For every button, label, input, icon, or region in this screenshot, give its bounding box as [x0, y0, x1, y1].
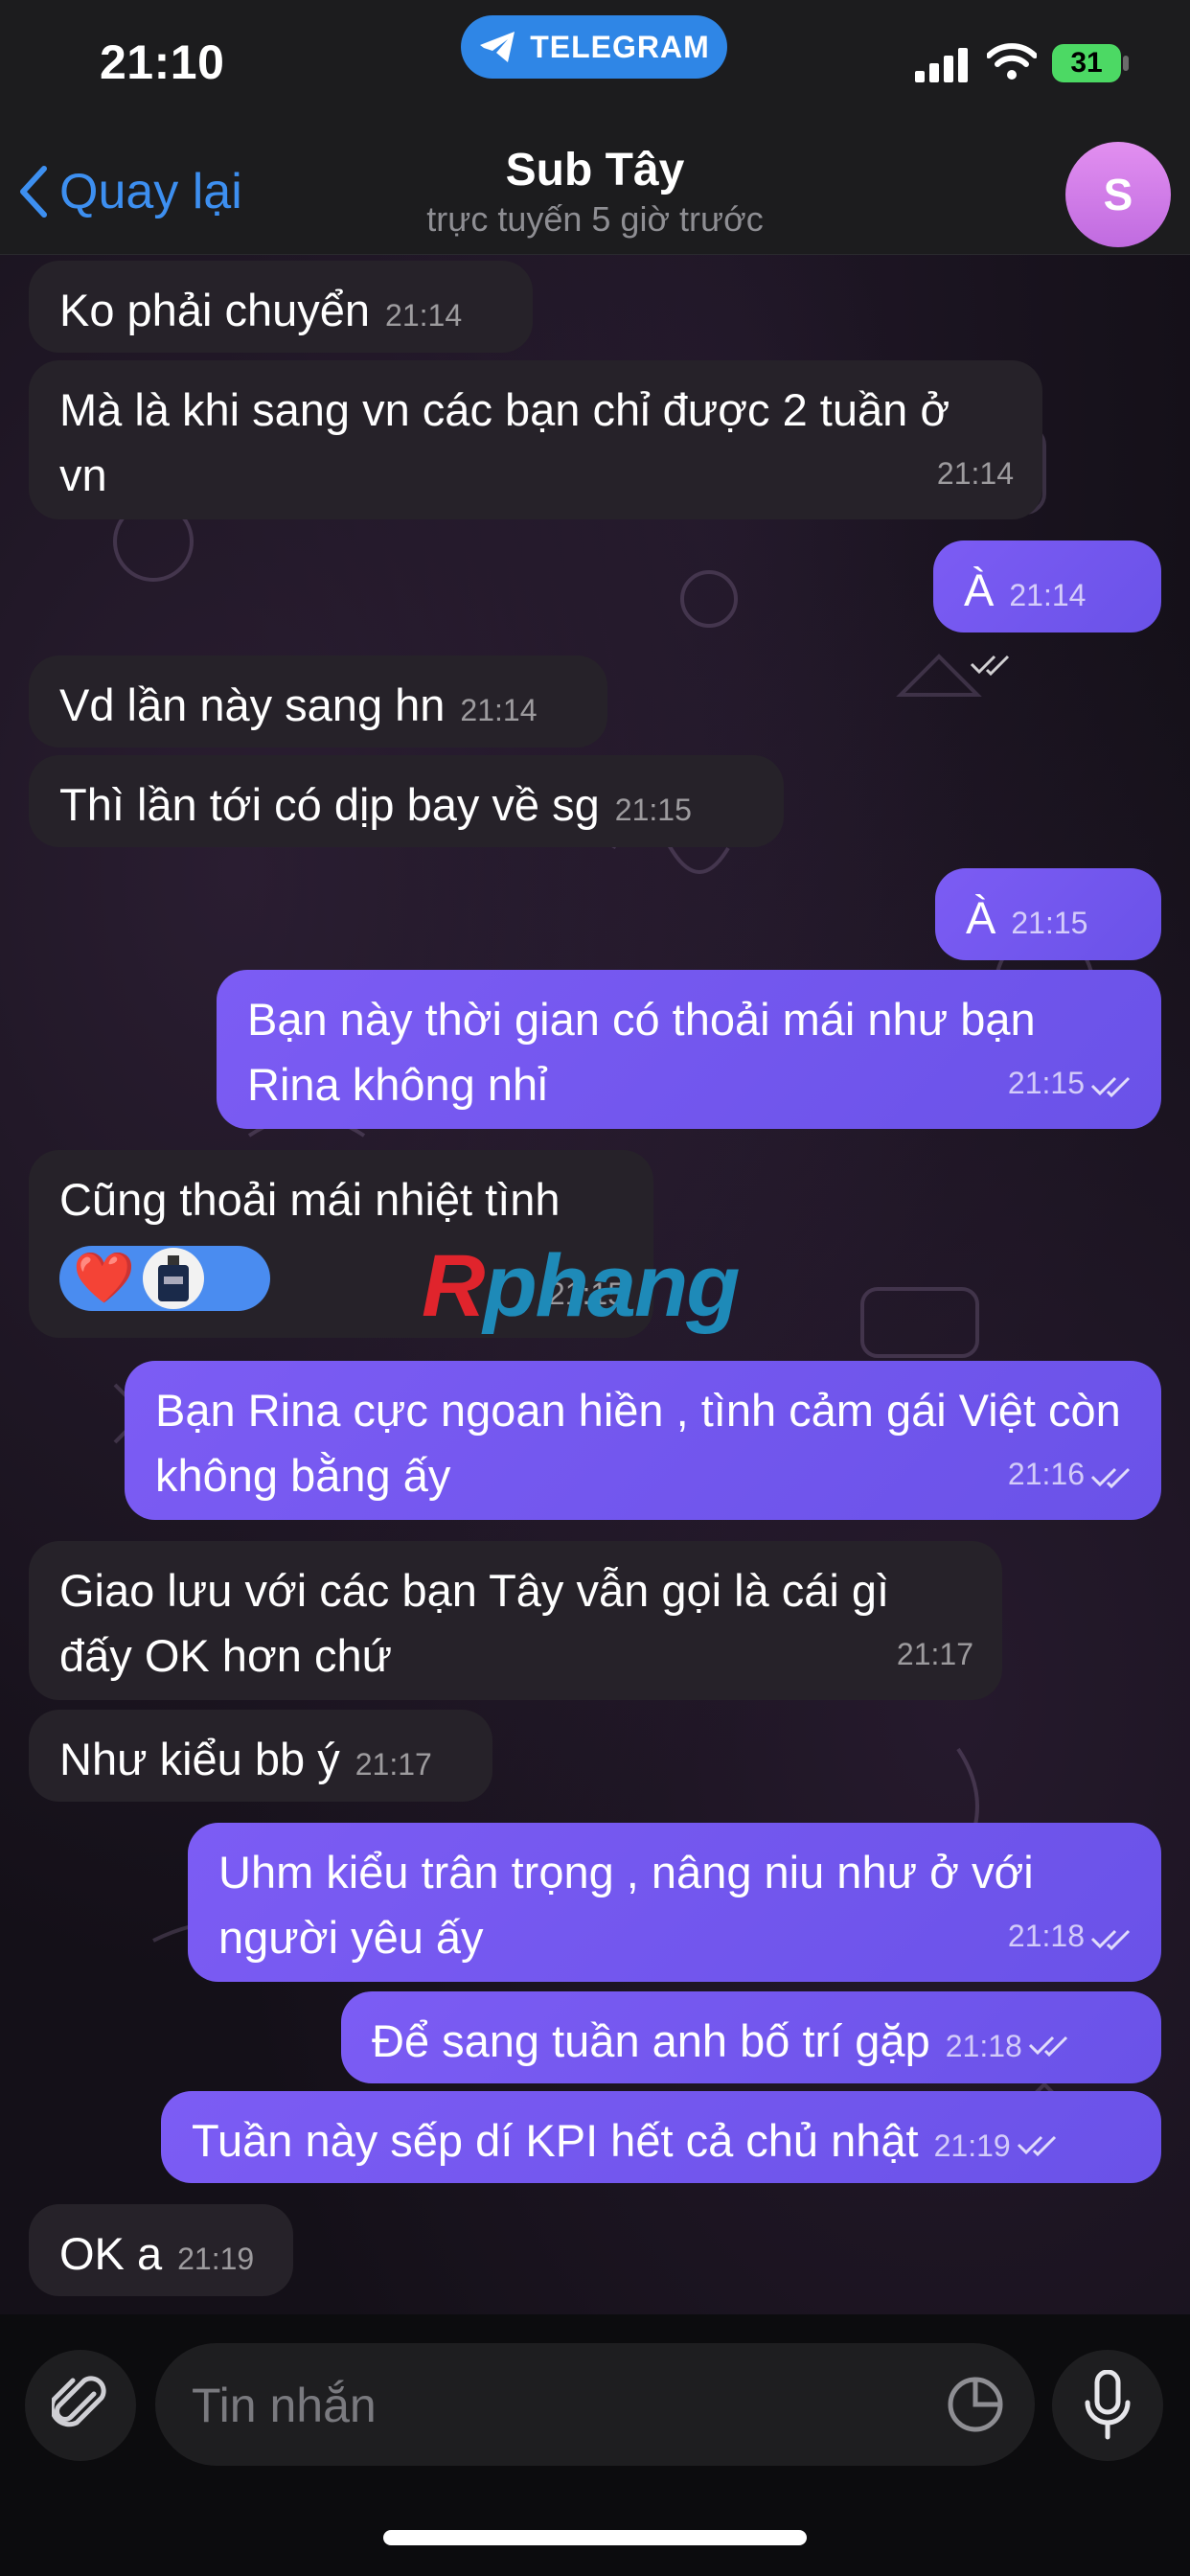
message-text: Như kiểu bb ý — [59, 1734, 340, 1784]
message-outgoing[interactable]: Bạn này thời gian có thoải mái như bạn R… — [217, 970, 1161, 1129]
reaction-chip[interactable]: ❤️ — [59, 1246, 270, 1311]
message-text: Để sang tuần anh bố trí gặp — [372, 2015, 930, 2066]
message-incoming[interactable]: Giao lưu với các bạn Tây vẫn gọi là cái … — [29, 1541, 1002, 1700]
message-outgoing[interactable]: Để sang tuần anh bố trí gặp 21:18 — [341, 1991, 1161, 2083]
message-time: 21:17 — [355, 1747, 432, 1782]
message-time: 21:18 — [945, 2029, 1022, 2063]
telegram-plane-icon — [480, 32, 515, 62]
cellular-signal-icon — [915, 48, 968, 82]
message-text: Vd lần này sang hn — [59, 679, 446, 730]
message-text: Tuần này sếp dí KPI hết cả chủ nhật — [192, 2115, 919, 2166]
avatar[interactable]: S — [1065, 142, 1171, 247]
attach-button[interactable] — [25, 2350, 136, 2461]
telegram-pill-label: TELEGRAM — [530, 29, 710, 64]
message-outgoing[interactable]: Bạn Rina cực ngoan hiền , tình cảm gái V… — [125, 1361, 1161, 1520]
watermark-rest: phang — [483, 1237, 740, 1335]
message-incoming[interactable]: Vd lần này sang hn 21:14 — [29, 656, 607, 748]
watermark-logo: Rphang — [422, 1236, 740, 1337]
message-time: 21:15 — [614, 793, 692, 827]
message-time: 21:14 — [460, 693, 538, 727]
message-text: Giao lưu với các bạn Tây vẫn gọi là cái … — [59, 1565, 890, 1681]
message-text: Mà là khi sang vn các bạn chỉ được 2 tuầ… — [59, 384, 950, 500]
message-text: Bạn này thời gian có thoải mái như bạn R… — [247, 994, 1036, 1110]
message-outgoing[interactable]: À 21:14 — [933, 540, 1161, 676]
message-text: Bạn Rina cực ngoan hiền , tình cảm gái V… — [155, 1385, 1121, 1501]
watermark-first: R — [422, 1237, 485, 1335]
message-time: 21:18 — [1007, 1919, 1085, 1953]
battery-tip — [1123, 56, 1129, 71]
double-check-icon — [1090, 1929, 1131, 1950]
message-time: 21:19 — [177, 2242, 255, 2276]
double-check-icon — [1090, 1467, 1131, 1488]
message-incoming[interactable]: Như kiểu bb ý 21:17 — [29, 1710, 492, 1802]
message-text: À — [966, 892, 996, 943]
message-field[interactable] — [155, 2343, 1035, 2466]
home-indicator — [383, 2530, 807, 2545]
double-check-icon — [1028, 2036, 1067, 2057]
message-time-wrap: 21:18 — [1008, 1903, 1133, 1968]
message-text: OK a — [59, 2228, 163, 2279]
message-outgoing[interactable]: À 21:15 — [935, 868, 1161, 1003]
message-text: Ko phải chuyển — [59, 285, 371, 335]
chat-header: Quay lại Sub Tây trực tuyến 5 giờ trước — [0, 144, 1190, 255]
message-text: Thì lần tới có dịp bay về sg — [59, 779, 600, 830]
double-check-icon — [1090, 1076, 1131, 1097]
message-time: 21:14 — [936, 456, 1014, 491]
message-time-wrap: 21:15 — [1008, 1050, 1133, 1116]
message-time: 21:15 — [1011, 906, 1088, 940]
double-check-icon — [970, 655, 1010, 676]
battery-level: 31 — [1070, 47, 1103, 79]
paperclip-icon — [52, 2376, 106, 2427]
message-time: 21:19 — [933, 2128, 1011, 2163]
message-text: À — [964, 564, 995, 615]
microphone-button[interactable] — [1052, 2350, 1163, 2461]
message-outgoing[interactable]: Tuần này sếp dí KPI hết cả chủ nhật 21:19 — [161, 2091, 1161, 2183]
chat-title[interactable]: Sub Tây — [0, 144, 1190, 196]
battery-icon: 31 — [1052, 44, 1121, 82]
message-incoming[interactable]: Mà là khi sang vn các bạn chỉ được 2 tuầ… — [29, 360, 1042, 519]
message-time: 21:14 — [385, 298, 463, 333]
wifi-icon — [987, 43, 1037, 80]
double-check-icon — [1017, 2135, 1056, 2156]
message-time: 21:16 — [1007, 1457, 1085, 1491]
sticker-icon[interactable] — [947, 2376, 1004, 2433]
microphone-icon — [1085, 2370, 1131, 2440]
message-text: Cũng thoải mái nhiệt tình — [59, 1174, 561, 1225]
message-incoming[interactable]: Ko phải chuyển 21:14 — [29, 261, 533, 353]
heart-reaction-icon: ❤️ — [73, 1251, 135, 1306]
status-time: 21:10 — [100, 35, 225, 89]
message-time: 21:15 — [1007, 1066, 1085, 1100]
message-outgoing[interactable]: Uhm kiểu trân trọng , nâng niu như ở với… — [188, 1823, 1161, 1982]
chat-status: trực tuyến 5 giờ trước — [426, 199, 764, 239]
message-incoming[interactable]: OK a 21:19 — [29, 2204, 293, 2296]
avatar-letter: S — [1103, 170, 1133, 219]
status-bar: 21:10 TELEGRAM 31 — [0, 0, 1190, 144]
message-time: 21:14 — [1009, 578, 1087, 612]
reactor-avatar — [142, 1248, 204, 1309]
telegram-pill[interactable]: TELEGRAM — [461, 15, 727, 79]
message-time-wrap: 21:16 — [1008, 1441, 1133, 1506]
message-text: Uhm kiểu trân trọng , nâng niu như ở với… — [218, 1847, 1034, 1963]
message-input[interactable] — [190, 2372, 922, 2439]
perfume-bottle-icon — [157, 1255, 189, 1301]
message-incoming[interactable]: Thì lần tới có dịp bay về sg 21:15 — [29, 755, 784, 847]
message-time: 21:17 — [896, 1637, 973, 1671]
